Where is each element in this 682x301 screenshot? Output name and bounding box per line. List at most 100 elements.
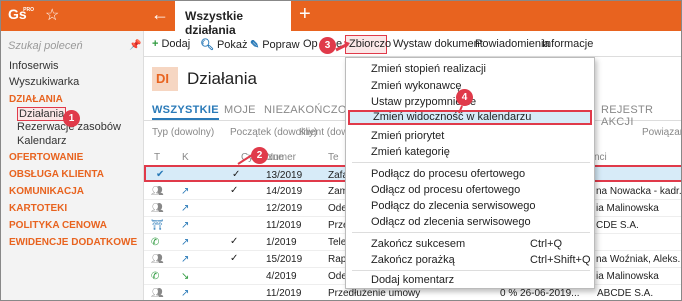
phone-icon: ✆ — [151, 237, 160, 248]
sidebar-section-kartoteki[interactable]: KARTOTEKI — [9, 203, 67, 214]
row-numer: 11/2019 — [266, 288, 302, 299]
arrow-in-icon: ↘ — [181, 271, 190, 282]
sidebar-section-komunikacja[interactable]: KOMUNIKACJA — [9, 186, 84, 197]
type-check-icon: ✔ — [156, 169, 165, 180]
app-logo[interactable]: Gs PRO — [8, 6, 34, 26]
menu-item-kategoria[interactable]: Zmień kategorię — [371, 146, 450, 158]
filter-typ[interactable]: Typ (dowolny) — [152, 127, 214, 138]
row-temat: Tele — [328, 237, 347, 248]
pokaz-button[interactable]: 🔍︎ Pokaż — [200, 38, 248, 51]
sidebar-item-infoserwis[interactable]: Infoserwis — [9, 60, 59, 72]
row-numer: 4/2019 — [266, 271, 297, 282]
menu-item-podlacz-serwisowe[interactable]: Podłącz do zlecenia serwisowego — [371, 200, 535, 212]
col-header-temat[interactable]: Te — [328, 152, 339, 163]
menu-item-widocznosc-kalendarz[interactable]: Zmień widoczność w kalendarzu — [348, 110, 592, 125]
row-numer: 14/2019 — [266, 186, 303, 197]
add-tab-icon[interactable]: + — [299, 3, 311, 26]
arrow-out-icon: ↗ — [181, 254, 190, 265]
informacje-button[interactable]: Informacje — [542, 38, 593, 50]
step-2-arrow — [237, 154, 253, 165]
command-search-input[interactable]: Szukaj poleceń — [8, 40, 83, 52]
top-bar: Gs PRO ☆ ← Wszystkie działania + — [1, 1, 681, 37]
tab-rejestr-akcji[interactable]: REJESTR AKCJI — [601, 104, 681, 128]
row-kontakt: ia Malinowska — [596, 271, 659, 282]
row-kontakt: na Woźniak, Aleks... — [596, 254, 682, 265]
users-icon: 👥︎ — [151, 288, 164, 299]
users-icon: 👥︎ — [151, 254, 164, 265]
filter-klient[interactable]: Klient (dow — [299, 127, 348, 138]
row-extra: 0 % 26-06-2019... — [500, 288, 580, 299]
users-icon: 👥︎ — [151, 203, 164, 214]
sidebar-section-polityka-cenowa[interactable]: POLITYKA CENOWA — [9, 220, 107, 231]
popraw-button[interactable]: ✎ Popraw — [250, 38, 300, 51]
menu-separator — [352, 162, 590, 163]
cyclic-check: ✓ — [230, 236, 239, 247]
row-temat: Przedłużenie umowy — [328, 288, 421, 299]
sidebar-section-dzialania[interactable]: DZIAŁANIA — [9, 94, 63, 105]
menu-separator — [352, 232, 590, 233]
app-window: Gs PRO ☆ ← Wszystkie działania + Szukaj p… — [0, 0, 682, 301]
tab-moje[interactable]: MOJE — [224, 104, 256, 116]
menu-separator — [352, 270, 590, 271]
row-temat: Rap — [328, 254, 347, 265]
step-badge-1: 1 — [63, 110, 80, 127]
users-icon: 👥︎ — [151, 186, 164, 197]
sidebar-section-ofertowanie[interactable]: OFERTOWANIE — [9, 152, 83, 163]
pin-icon[interactable]: 📌 — [129, 40, 141, 51]
arrow-out-icon: ↗ — [181, 288, 190, 299]
col-header-numer[interactable]: Numer — [266, 152, 296, 163]
row-numer: 13/2019 — [266, 170, 303, 181]
menu-item-zakoncz-sukcesem[interactable]: Zakończ sukcesem — [371, 238, 465, 250]
plus-icon: + — [152, 38, 159, 50]
sidebar-section-obsluga-klienta[interactable]: OBSŁUGA KLIENTA — [9, 169, 104, 180]
opcje-button[interactable]: Op — [303, 38, 318, 50]
back-arrow-icon[interactable]: ← — [151, 4, 169, 25]
row-numer: 11/2019 — [266, 220, 302, 231]
pencil-icon: ✎ — [250, 39, 260, 51]
handshake-icon: ⛩ — [151, 220, 164, 231]
menu-item-odlacz-ofertowy[interactable]: Odłącz od procesu ofertowego — [371, 184, 520, 196]
row-numer: 1/2019 — [266, 237, 297, 248]
shortcut-zakoncz-porazka: Ctrl+Shift+Q — [530, 254, 591, 266]
step-badge-4: 4 — [456, 89, 473, 106]
dodaj-button[interactable]: + Dodaj — [152, 38, 190, 50]
sidebar-item-wyszukiwarka[interactable]: Wyszukiwarka — [9, 76, 79, 88]
page-title: Działania — [187, 69, 257, 88]
shortcut-zakoncz-sukcesem: Ctrl+Q — [530, 238, 563, 250]
arrow-out-icon: ↗ — [181, 237, 190, 248]
cyclic-check: ✓ — [232, 169, 241, 180]
favorite-star-icon[interactable]: ☆ — [45, 5, 59, 25]
row-kontakt: na Nowacka - kadr... — [596, 186, 682, 197]
tab-wszystkie[interactable]: WSZYSTKIE — [152, 104, 219, 120]
menu-item-podlacz-ofertowy[interactable]: Podłącz do procesu ofertowego — [371, 168, 525, 180]
menu-item-wykonawca[interactable]: Zmień wykonawcę — [371, 80, 461, 92]
arrow-out-icon: ↗ — [181, 203, 190, 214]
row-kontakt: ia Malinowska — [596, 203, 659, 214]
search-icon: 🔍︎ — [200, 39, 214, 51]
col-header-k[interactable]: K — [182, 152, 189, 163]
sidebar-item-dzialania[interactable]: Działania — [17, 107, 67, 121]
menu-item-zakoncz-porazka[interactable]: Zakończ porażką — [371, 254, 455, 266]
step-4-arrow — [458, 105, 463, 114]
sidebar-section-ewidencje[interactable]: EWIDENCJE DODATKOWE — [9, 237, 137, 248]
step-3-arrow — [335, 41, 350, 52]
sidebar-item-kalendarz[interactable]: Kalendarz — [17, 135, 67, 147]
col-header-t[interactable]: T — [154, 152, 160, 163]
tab-wszystkie-dzialania[interactable]: Wszystkie działania — [175, 1, 291, 37]
menu-item-dodaj-komentarz[interactable]: Dodaj komentarz — [371, 274, 454, 286]
col-header-kontakt[interactable]: nci — [594, 152, 607, 163]
powiadomienia-button[interactable]: Powiadomienia — [475, 38, 550, 50]
row-kontakt: CDE S.A. — [596, 220, 639, 231]
menu-item-stopien-realizacji[interactable]: Zmień stopień realizacji — [371, 63, 486, 75]
row-kontakt: ABCDE S.A. — [597, 288, 654, 299]
filter-powiazania[interactable]: Powiązan — [642, 127, 681, 138]
wystaw-dokument-button[interactable]: Wystaw dokument — [393, 38, 483, 50]
arrow-out-icon: ↗ — [181, 220, 190, 231]
zbiorczo-button[interactable]: Zbiorczo — [349, 38, 391, 50]
row-numer: 12/2019 — [266, 203, 303, 214]
menu-item-priorytet[interactable]: Zmień priorytet — [371, 130, 444, 142]
menu-item-odlacz-serwisowe[interactable]: Odłącz od zlecenia serwisowego — [371, 216, 531, 228]
arrow-out-icon: ↗ — [181, 186, 190, 197]
cyclic-check: ✓ — [230, 185, 239, 196]
cyclic-check: ✓ — [230, 253, 239, 264]
